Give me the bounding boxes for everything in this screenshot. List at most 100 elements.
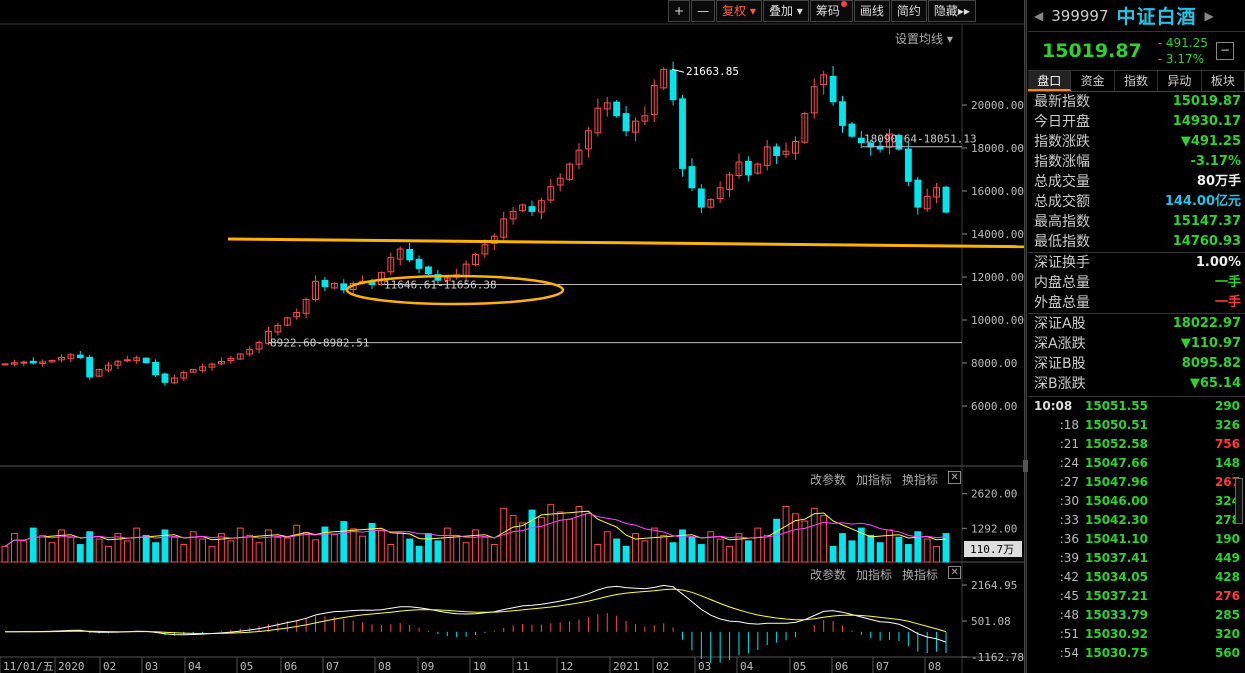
tick-volume: 326	[1214, 418, 1240, 432]
turnover-fields: 深证换手 1.00% 内盘总量 一手 外盘总量 一手	[1028, 253, 1245, 313]
tick-row: :39 15037.41 449	[1028, 549, 1245, 568]
field-label: 内盘总量	[1034, 275, 1090, 291]
last-price: 15019.87	[1042, 40, 1142, 62]
add-indicator-button[interactable]: 加指标	[856, 566, 892, 583]
switch-indicator-button[interactable]: 换指标	[902, 471, 938, 488]
candle-body	[622, 113, 630, 132]
tick-price: 15047.96	[1085, 475, 1149, 489]
tab-4[interactable]: 板块	[1202, 71, 1245, 91]
tick-row: :54 15030.75 560	[1028, 644, 1245, 663]
candle-body	[528, 206, 536, 212]
switch-indicator-button[interactable]: 换指标	[902, 566, 938, 583]
draw-line-button[interactable]: 画线	[853, 0, 890, 22]
tab-2[interactable]: 指数	[1115, 71, 1159, 91]
volume-bar	[170, 536, 178, 563]
minimize-button[interactable]: −	[1216, 42, 1234, 60]
volume-bar	[886, 529, 893, 563]
field-label: 今日开盘	[1034, 114, 1090, 130]
tick-row: :18 15050.51 326	[1028, 416, 1245, 435]
tick-volume: 290	[1214, 399, 1240, 413]
tab-3[interactable]: 异动	[1158, 71, 1202, 91]
volume-bar	[810, 507, 818, 563]
gap-line-recent-label: 18090.64-18051.13	[864, 133, 977, 146]
field-value: ▼110.97	[1180, 336, 1241, 351]
candle-body	[123, 359, 131, 362]
field-row: 外盘总量 一手	[1028, 293, 1245, 313]
x-tick-label: 08	[928, 660, 941, 673]
volume-bar	[603, 531, 611, 563]
tick-price: 15050.51	[1085, 418, 1149, 432]
tick-list[interactable]: 10:08 15051.55 290:18 15050.51 326:21 15052.5…	[1028, 397, 1245, 663]
field-value: 14760.93	[1172, 234, 1241, 249]
macd-tick-label: -1162.78	[971, 651, 1024, 664]
close-icon[interactable]: ✕	[948, 471, 962, 484]
volume-bar	[773, 518, 781, 563]
volume-bar	[387, 544, 395, 563]
volume-bar	[265, 529, 272, 563]
simple-button[interactable]: 简约	[890, 0, 927, 22]
volume-bar	[660, 534, 668, 563]
index-name: 中证白酒	[1116, 6, 1197, 28]
candle-body	[914, 179, 922, 208]
zoom-out-button[interactable]: —	[691, 0, 716, 22]
volume-bar	[189, 531, 197, 563]
candle-body	[829, 75, 837, 103]
chip-button[interactable]: 筹码	[809, 0, 853, 22]
y-tick-label: 10000.00	[971, 314, 1024, 327]
candle-body	[839, 101, 846, 126]
y-tick-label: 18000.00	[971, 142, 1024, 155]
tick-row: :33 15042.30 278	[1028, 511, 1245, 530]
candle-body	[744, 160, 752, 176]
volume-bar	[707, 531, 715, 563]
adjust-button[interactable]: 复权 ▾	[716, 0, 762, 22]
tab-0[interactable]: 盘口	[1028, 71, 1072, 91]
volume-bar	[839, 533, 846, 563]
volume-bar	[650, 527, 658, 563]
tick-time: :24	[1059, 456, 1079, 470]
close-icon[interactable]: ✕	[948, 566, 962, 579]
volume-bar	[697, 544, 705, 563]
volume-bar	[490, 544, 498, 563]
field-row: 深证换手 1.00%	[1028, 253, 1245, 273]
ma-setting-button[interactable]: 设置均线 ▾	[895, 30, 953, 47]
hide-button[interactable]: 隐藏▸▸	[927, 0, 976, 22]
tick-price: 15030.75	[1085, 646, 1149, 660]
zoom-in-button[interactable]: +	[668, 0, 691, 22]
volume-bar	[1, 545, 9, 563]
field-row: 深A涨跌 ▼110.97	[1028, 334, 1245, 354]
volume-bar	[161, 529, 169, 563]
volume-bar	[904, 544, 912, 563]
chevron-down-icon: ▾	[946, 32, 953, 46]
tick-row: :36 15041.10 190	[1028, 530, 1245, 549]
volume-bar	[246, 534, 254, 563]
field-label: 指数涨幅	[1034, 154, 1090, 170]
candle-body	[848, 123, 856, 137]
x-tick-label: 05	[240, 660, 253, 673]
tick-price: 15042.30	[1085, 513, 1149, 527]
change-params-button[interactable]: 改参数	[810, 566, 846, 583]
x-tick-label: 2020	[58, 660, 85, 673]
hide-label: 隐藏	[933, 4, 958, 18]
volume-bar	[744, 540, 752, 563]
change-params-button[interactable]: 改参数	[810, 471, 846, 488]
tab-1[interactable]: 资金	[1071, 71, 1115, 91]
change-value: - 491.25	[1157, 36, 1208, 50]
add-indicator-button[interactable]: 加指标	[856, 471, 892, 488]
chart-toolbar: + — 复权 ▾ 叠加 ▾ 筹码 画线 简约 隐藏▸▸	[668, 0, 976, 24]
price-change: - 491.25 - 3.17%	[1158, 35, 1208, 67]
tick-time: :18	[1059, 418, 1079, 432]
prev-arrow-icon[interactable]: ◀	[1034, 9, 1043, 23]
tick-price: 15034.05	[1085, 570, 1149, 584]
field-row: 最新指数 15019.87	[1028, 92, 1245, 112]
ma-setting-label: 设置均线	[895, 32, 944, 46]
next-arrow-icon[interactable]: ▶	[1205, 9, 1214, 23]
overlay-button[interactable]: 叠加 ▾	[762, 0, 809, 22]
volume-bar	[415, 545, 423, 563]
tick-row: :27 15047.96 267	[1028, 473, 1245, 492]
volume-bar	[462, 542, 470, 563]
panel-divider[interactable]	[1024, 0, 1027, 673]
tick-scrollbar[interactable]	[1235, 478, 1243, 524]
volume-bar	[933, 545, 941, 563]
y-tick-label: 20000.00	[971, 99, 1024, 112]
macd-pane-controls: 改参数 加指标 换指标 ✕	[810, 566, 962, 583]
